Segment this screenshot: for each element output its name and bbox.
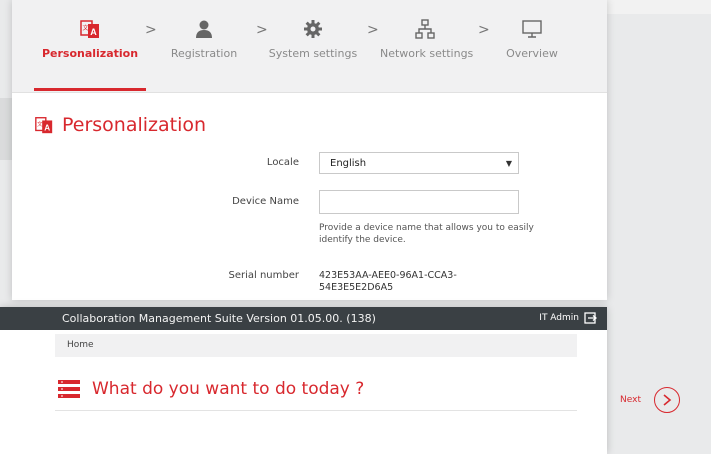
divider <box>55 410 577 411</box>
section-title-text: Personalization <box>62 114 207 136</box>
gear-icon <box>302 18 324 40</box>
device-name-input[interactable] <box>319 190 519 214</box>
svg-text:A: A <box>44 123 50 132</box>
language-icon: A 文 <box>79 18 101 40</box>
svg-text:文: 文 <box>83 24 89 32</box>
breadcrumb: Home <box>55 334 577 357</box>
serial-number-label: Serial number <box>228 270 299 281</box>
logout-icon[interactable] <box>584 312 597 324</box>
main-suite-window: Collaboration Management Suite Version 0… <box>0 307 607 454</box>
chevron-right-icon: > <box>145 22 157 38</box>
chevron-right-icon: > <box>367 22 379 38</box>
active-step-indicator <box>34 88 146 91</box>
monitor-icon <box>521 18 543 40</box>
user-label: IT Admin <box>539 313 579 323</box>
svg-text:A: A <box>90 27 97 37</box>
step-label: Network settings <box>380 47 474 60</box>
locale-label: Locale <box>266 157 299 168</box>
section-title: A 文 Personalization <box>34 114 206 136</box>
next-button[interactable]: Next <box>620 387 680 413</box>
language-icon: A 文 <box>34 115 54 135</box>
locale-select[interactable]: English ▼ <box>319 152 519 174</box>
serial-line-2: 54E3E5E2D6A5 <box>319 282 394 293</box>
page-title: What do you want to do today ? <box>58 379 364 399</box>
step-personalization[interactable]: A 文 Personalization <box>34 0 146 92</box>
top-bar: Collaboration Management Suite Version 0… <box>0 307 607 330</box>
user-menu[interactable]: IT Admin <box>539 312 597 324</box>
serial-line-1: 423E53AA-AEE0-96A1-CCA3- <box>319 270 457 281</box>
page-title-text: What do you want to do today ? <box>92 379 365 399</box>
caret-down-icon: ▼ <box>505 159 512 168</box>
svg-text:文: 文 <box>37 120 43 128</box>
network-icon <box>414 18 436 40</box>
step-label: Registration <box>170 47 238 60</box>
step-system-settings[interactable]: System settings <box>268 0 358 92</box>
step-registration[interactable]: Registration <box>164 0 244 92</box>
step-overview[interactable]: Overview <box>500 0 564 92</box>
user-icon <box>193 18 215 40</box>
next-label: Next <box>620 395 641 405</box>
setup-wizard-window: A 文 Personalization > Registration > Sys… <box>12 0 607 300</box>
device-name-label: Device Name <box>232 196 299 207</box>
chevron-right-circle-icon[interactable] <box>653 387 680 413</box>
chevron-right-icon: > <box>478 22 490 38</box>
serial-number-value: 423E53AA-AEE0-96A1-CCA3- 54E3E5E2D6A5 <box>319 270 529 294</box>
breadcrumb-home[interactable]: Home <box>67 340 94 350</box>
device-name-hint: Provide a device name that allows you to… <box>319 223 534 245</box>
step-label: Personalization <box>41 47 139 60</box>
wizard-steps-nav: A 文 Personalization > Registration > Sys… <box>12 0 607 93</box>
locale-value: English <box>330 158 367 169</box>
step-label: System settings <box>268 47 358 60</box>
step-label: Overview <box>506 47 558 60</box>
step-network-settings[interactable]: Network settings <box>380 0 474 92</box>
app-title: Collaboration Management Suite Version 0… <box>62 312 376 325</box>
menu-list-icon <box>58 380 80 398</box>
chevron-right-icon: > <box>256 22 268 38</box>
